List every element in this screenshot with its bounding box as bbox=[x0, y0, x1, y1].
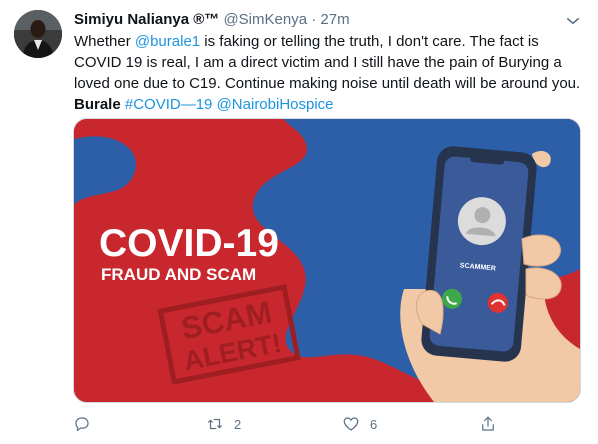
retweet-button[interactable]: 2 bbox=[206, 414, 241, 434]
like-button[interactable]: 6 bbox=[342, 414, 377, 434]
like-icon bbox=[343, 417, 359, 431]
mention2-link[interactable]: @NairobiHospice bbox=[217, 96, 334, 113]
avatar[interactable] bbox=[14, 10, 62, 58]
hashtag-link[interactable]: #COVID—19 bbox=[125, 96, 213, 113]
separator: · bbox=[311, 11, 317, 28]
author-handle[interactable]: @SimKenya bbox=[223, 11, 307, 28]
media-headline: COVID-19 bbox=[99, 222, 279, 265]
bold-word: Burale bbox=[74, 96, 121, 113]
like-count: 6 bbox=[370, 416, 378, 432]
timestamp[interactable]: 27m bbox=[320, 11, 349, 28]
mention-link[interactable]: @burale1 bbox=[135, 33, 200, 50]
tweet[interactable]: Simiyu Nalianya ®™ @SimKenya · 27m Wheth… bbox=[0, 0, 598, 444]
retweet-icon bbox=[208, 418, 222, 430]
reply-button[interactable] bbox=[73, 414, 101, 434]
media-image[interactable]: COVID-19 FRAUD AND SCAM SCAM ALERT! SCAM… bbox=[73, 118, 581, 403]
share-button[interactable] bbox=[479, 414, 507, 434]
chevron-down-icon[interactable] bbox=[564, 12, 582, 30]
text-part1: Whether bbox=[74, 33, 135, 50]
reply-icon bbox=[75, 417, 89, 431]
share-icon bbox=[482, 416, 494, 431]
retweet-count: 2 bbox=[234, 416, 242, 432]
tweet-actions: 2 6 bbox=[73, 414, 513, 434]
author-name[interactable]: Simiyu Nalianya ®™ bbox=[74, 11, 219, 28]
tweet-text: Whether @burale1 is faking or telling th… bbox=[74, 31, 586, 115]
tweet-header: Simiyu Nalianya ®™ @SimKenya · 27m bbox=[74, 10, 350, 30]
media-subheadline: FRAUD AND SCAM bbox=[101, 265, 256, 284]
